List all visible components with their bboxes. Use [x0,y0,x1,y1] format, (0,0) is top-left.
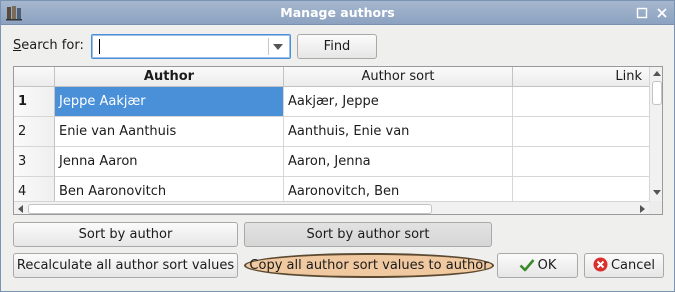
row-header[interactable]: 2 [14,117,55,147]
author-sort-cell[interactable]: Aakjær, Jeppe [284,87,513,117]
chevron-down-icon[interactable] [273,44,283,50]
author-sort-cell[interactable]: Aanthuis, Enie van [284,117,513,147]
title-bar[interactable]: Manage authors [1,1,674,25]
column-header-author[interactable]: Author [55,67,284,87]
scroll-right-icon[interactable] [640,205,645,213]
cancel-button[interactable]: Cancel [584,253,664,278]
column-header-link[interactable]: Link [513,67,653,87]
author-sort-cell[interactable]: Aaron, Jenna [284,147,513,177]
horizontal-scroll-thumb[interactable] [28,204,432,214]
sort-by-author-sort-button[interactable]: Sort by author sort [244,222,492,247]
ok-label: OK [537,258,557,273]
author-cell[interactable]: Jenna Aaron [55,147,284,177]
scroll-left-icon[interactable] [18,205,23,213]
recalculate-button[interactable]: Recalculate all author sort values [13,253,238,278]
vertical-scrollbar[interactable] [649,67,662,201]
link-cell[interactable] [513,87,653,117]
ok-button[interactable]: OK [497,253,578,278]
author-cell[interactable]: Enie van Aanthuis [55,117,284,147]
row-header[interactable]: 3 [14,147,55,177]
scroll-corner [649,201,662,214]
link-cell[interactable] [513,117,653,147]
column-header-author-sort[interactable]: Author sort [284,67,513,87]
vertical-scroll-thumb[interactable] [652,81,662,105]
window-title: Manage authors [280,5,395,20]
link-cell[interactable] [513,147,653,177]
table-corner[interactable] [14,67,55,87]
search-label: Search for: [13,38,84,53]
maximize-icon[interactable] [635,6,649,20]
search-input[interactable] [97,38,257,55]
scroll-down-icon[interactable] [653,190,661,195]
cancel-label: Cancel [610,258,656,273]
author-cell[interactable]: Jeppe Aakjær [55,87,284,117]
combo-separator [268,38,269,55]
manage-authors-dialog: Manage authors Search for: Find Author A… [0,0,675,292]
cancel-icon [593,257,608,272]
scroll-up-icon[interactable] [653,71,661,76]
horizontal-scrollbar[interactable] [14,201,649,214]
copy-sort-to-author-button[interactable]: Copy all author sort values to author [244,253,494,278]
search-label-rest: earch for: [21,38,84,53]
row-header[interactable]: 1 [14,87,55,117]
close-icon[interactable] [655,6,669,20]
sort-by-author-button[interactable]: Sort by author [13,222,238,247]
checkmark-icon [519,258,535,271]
find-button[interactable]: Find [297,34,377,59]
authors-table: Author Author sort Link 1 Jeppe Aakjær A… [13,66,663,215]
search-combobox[interactable] [91,34,291,59]
text-cursor [99,39,100,54]
